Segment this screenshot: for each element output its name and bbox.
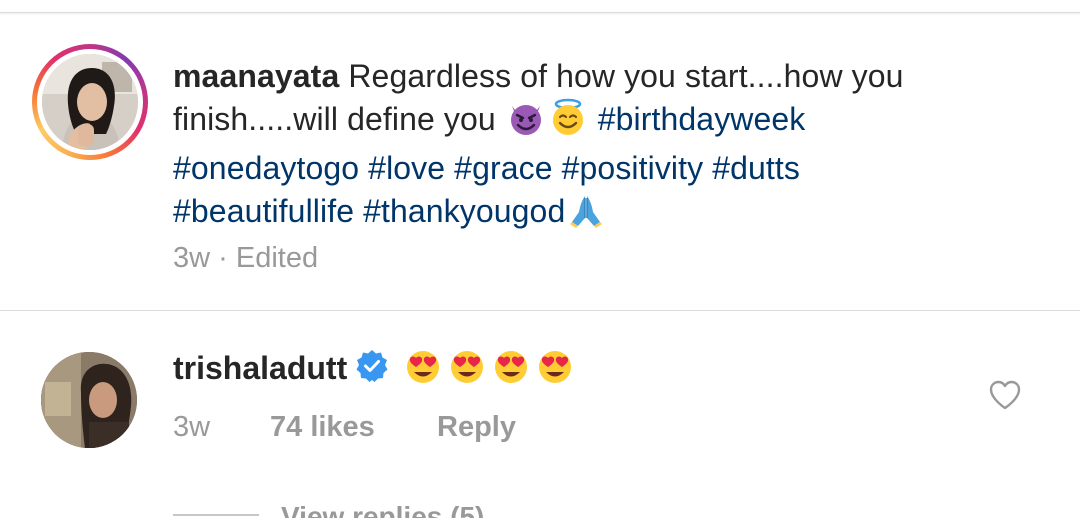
avatar-photo [42,54,138,150]
avatar-photo [41,352,137,448]
hashtag[interactable]: #positivity [562,150,704,186]
heart-eyes-emoji [446,347,488,396]
heart-eyes-emoji [402,347,444,396]
hashtag[interactable]: #birthdayweek [598,101,806,137]
hashtag[interactable]: #love [368,150,445,186]
hashtag[interactable]: #onedaytogo [173,150,359,186]
comment-time: 3w [173,411,211,443]
hashtag[interactable]: #grace [454,150,552,186]
post-caption: maanayata Regardless of how you start...… [0,12,1080,311]
view-replies-label: View replies (5) [281,501,485,518]
comments-screen: maanayata Regardless of how you start...… [0,0,1080,518]
verified-badge-icon [355,349,389,394]
comment-line: trishaladutt [173,347,577,396]
caption-username[interactable]: maanayata [173,58,339,94]
view-replies-link[interactable]: View replies (5) [173,501,484,518]
meta-separator: · [218,242,228,274]
avatar[interactable] [42,54,138,150]
hashtag[interactable]: #beautifullife [173,193,354,229]
comment-meta: 3w 74 likes Reply [173,411,516,444]
hashtag[interactable]: #dutts [712,150,800,186]
story-ring-gap [37,49,143,155]
reply-button[interactable]: Reply [437,411,516,443]
edited-label: Edited [235,242,319,274]
like-heart-icon[interactable] [988,379,1022,411]
replies-divider [173,514,259,516]
likes-count[interactable]: 74 likes [270,411,437,444]
folded-hands-emoji [566,192,606,239]
smiling-imp-emoji [506,100,546,147]
caption-time: 3w [173,242,211,274]
caption-text: maanayata Regardless of how you start...… [173,55,1033,239]
hashtag[interactable]: #thankyougod [363,193,565,229]
heart-eyes-emoji [534,347,576,396]
halo-emoji [548,98,588,147]
story-ring[interactable] [32,44,148,160]
comment-avatar[interactable] [41,352,137,448]
comment-item: trishaladutt 3w 74 likes Reply View repl… [0,311,1080,518]
comment-username[interactable]: trishaladutt [173,350,347,386]
caption-meta: 3w · Edited [173,242,318,275]
heart-eyes-emoji [490,347,532,396]
